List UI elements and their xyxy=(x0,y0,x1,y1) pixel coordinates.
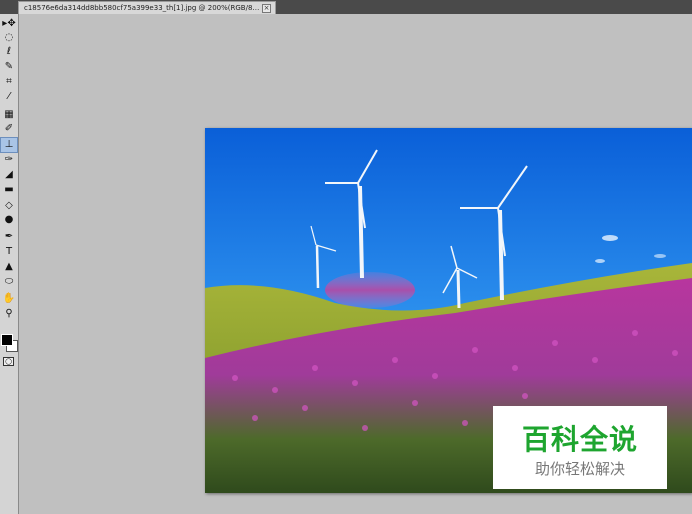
history-brush-tool-icon[interactable]: ✑ xyxy=(1,153,17,167)
shape-tool-icon[interactable]: ⬭ xyxy=(1,275,17,289)
eraser-tool-icon[interactable]: ◢ xyxy=(1,168,17,182)
zoom-tool-icon[interactable]: ⚲ xyxy=(1,307,17,321)
dodge-tool-icon[interactable]: ● xyxy=(1,213,17,227)
document-tab-bar: c18576e6da314dd8bb580cf75a399e33_th[1].j… xyxy=(0,0,692,14)
pen-tool-icon[interactable]: ✒ xyxy=(1,230,17,244)
lasso-tool-icon[interactable]: ℓ xyxy=(1,45,17,59)
marquee-tool-icon[interactable]: ◌ xyxy=(1,31,17,45)
brush-tool-icon[interactable]: ✐ xyxy=(1,122,17,136)
gradient-tool-icon[interactable]: ▬ xyxy=(1,183,17,197)
watermark-title: 百科全说 xyxy=(521,423,638,456)
move-tool-icon[interactable]: ▸✥ xyxy=(1,17,17,31)
foreground-color-swatch[interactable] xyxy=(1,334,13,346)
quick-mask-icon[interactable]: ◯ xyxy=(3,357,14,366)
blur-tool-icon[interactable]: ◇ xyxy=(1,199,17,213)
toolbox: ◯ ▸✥ ◌ ℓ ✎ ⌗ ⁄ ▦ ✐ ⊥ ✑ ◢ ▬ ◇ ● ✒ T ▲ ⬭ ✋ ⚲ xyxy=(0,14,19,514)
path-selection-tool-icon[interactable]: ▲ xyxy=(1,260,17,274)
type-tool-icon[interactable]: T xyxy=(1,245,17,259)
quick-selection-tool-icon[interactable]: ✎ xyxy=(1,60,17,74)
healing-brush-tool-icon[interactable]: ▦ xyxy=(1,108,17,122)
eyedropper-tool-icon[interactable]: ⁄ xyxy=(1,90,17,104)
watermark: 百科全说 助你轻松解决 xyxy=(493,406,667,489)
watermark-subtitle: 助你轻松解决 xyxy=(534,460,625,478)
document-tab-title: c18576e6da314dd8bb580cf75a399e33_th[1].j… xyxy=(24,4,260,12)
document-tab[interactable]: c18576e6da314dd8bb580cf75a399e33_th[1].j… xyxy=(18,1,276,14)
close-icon[interactable]: × xyxy=(262,3,271,13)
crop-tool-icon[interactable]: ⌗ xyxy=(1,75,17,89)
hand-tool-icon[interactable]: ✋ xyxy=(1,292,17,306)
clone-stamp-tool-icon[interactable]: ⊥ xyxy=(0,137,18,153)
